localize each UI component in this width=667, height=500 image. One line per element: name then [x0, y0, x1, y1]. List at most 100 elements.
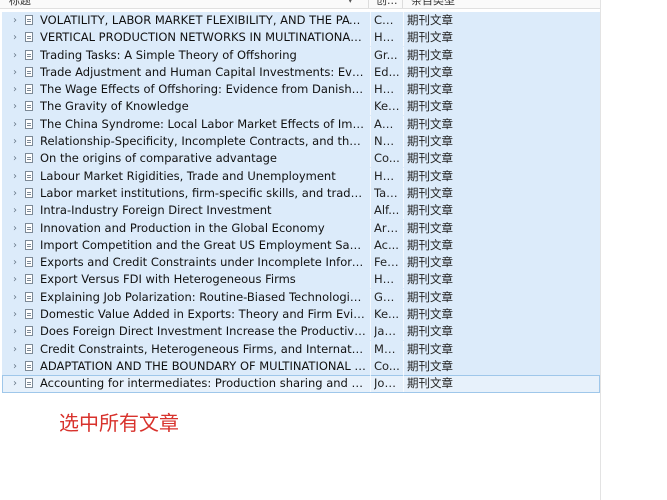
chevron-right-icon[interactable]: ›: [10, 306, 20, 323]
column-title[interactable]: 标题: [9, 0, 31, 8]
item-title: Relationship-Specificity, Incomplete Con…: [40, 134, 366, 149]
item-title: Exports and Credit Constraints under Inc…: [40, 255, 366, 270]
column-item-type[interactable]: 条目类型: [411, 0, 455, 8]
chevron-right-icon[interactable]: ›: [10, 185, 20, 202]
chevron-right-icon[interactable]: ›: [10, 271, 20, 288]
item-creator: Nu...: [374, 134, 400, 149]
table-row[interactable]: › Domestic Value Added in Exports: Theory…: [2, 306, 600, 324]
column-divider[interactable]: [402, 0, 403, 8]
column-divider[interactable]: [368, 0, 369, 8]
chevron-right-icon[interactable]: ›: [10, 116, 20, 133]
chevron-right-icon[interactable]: ›: [10, 150, 20, 167]
item-title: Innovation and Production in the Global …: [40, 220, 325, 235]
document-icon: [25, 326, 33, 337]
item-type: 期刊文章: [407, 64, 453, 79]
cell-divider: [370, 236, 371, 254]
table-row[interactable]: › Exports and Credit Constraints under In…: [2, 254, 600, 272]
cell-divider: [370, 115, 371, 133]
table-row[interactable]: › Relationship-Specificity, Incomplete Co…: [2, 133, 600, 151]
document-icon: [25, 343, 33, 354]
table-row[interactable]: › Labor market institutions, firm-specifi…: [2, 184, 600, 203]
chevron-right-icon[interactable]: ›: [10, 358, 20, 375]
chevron-right-icon[interactable]: ›: [10, 98, 20, 115]
table-row[interactable]: › VOLATILITY, LABOR MARKET FLEXIBILITY, A…: [2, 12, 600, 30]
cell-divider: [403, 63, 404, 81]
cell-divider: [403, 29, 404, 47]
table-row[interactable]: › Does Foreign Direct Investment Increase…: [2, 323, 600, 341]
chevron-right-icon[interactable]: ›: [10, 254, 20, 271]
chevron-right-icon[interactable]: ›: [10, 289, 20, 306]
chevron-right-icon[interactable]: ›: [10, 375, 20, 392]
table-row[interactable]: › The China Syndrome: Local Labor Market …: [2, 115, 600, 134]
item-creator: Go...: [374, 289, 400, 304]
item-type: 期刊文章: [407, 289, 453, 304]
chevron-right-icon[interactable]: ›: [10, 168, 20, 185]
item-title: Domestic Value Added in Exports: Theory …: [40, 307, 366, 322]
table-row[interactable]: › ADAPTATION AND THE BOUNDARY OF MULTINAT…: [2, 357, 600, 376]
table-row[interactable]: › Import Competition and the Great US Emp…: [2, 236, 600, 255]
item-type: 期刊文章: [407, 376, 453, 391]
item-title: Does Foreign Direct Investment Increase …: [40, 324, 366, 339]
item-creator: Hu...: [374, 82, 400, 97]
item-creator: Ha...: [374, 30, 400, 45]
item-type: 期刊文章: [407, 116, 453, 131]
item-type: 期刊文章: [407, 82, 453, 97]
table-row[interactable]: › Trading Tasks: A Simple Theory of Offsh…: [2, 46, 600, 64]
document-icon: [25, 32, 33, 43]
items-list: › VOLATILITY, LABOR MARKET FLEXIBILITY, A…: [2, 12, 600, 393]
item-type: 期刊文章: [407, 13, 453, 27]
document-icon: [25, 187, 33, 198]
cell-divider: [370, 288, 371, 306]
table-row[interactable]: › Innovation and Production in the Global…: [2, 219, 600, 237]
item-title: Explaining Job Polarization: Routine-Bia…: [40, 289, 366, 304]
table-row[interactable]: › The Gravity of Knowledge Kel... 期刊文章: [2, 98, 600, 116]
cell-divider: [403, 219, 404, 237]
table-row[interactable]: › Export Versus FDI with Heterogeneous Fi…: [2, 271, 600, 289]
chevron-right-icon[interactable]: ›: [10, 220, 20, 237]
item-type: 期刊文章: [407, 307, 453, 322]
table-row[interactable]: › Explaining Job Polarization: Routine-Bi…: [2, 288, 600, 307]
item-title: The China Syndrome: Local Labor Market E…: [40, 116, 366, 131]
item-type: 期刊文章: [407, 324, 453, 339]
chevron-right-icon[interactable]: ›: [10, 341, 20, 358]
chevron-right-icon[interactable]: ›: [10, 47, 20, 64]
cell-divider: [370, 184, 371, 202]
cell-divider: [370, 29, 371, 47]
item-creator: Ac...: [374, 237, 399, 252]
cell-divider: [403, 167, 404, 185]
chevron-right-icon[interactable]: ›: [10, 237, 20, 254]
item-creator: Co...: [374, 151, 400, 166]
table-row[interactable]: › Labour Market Rigidities, Trade and Une…: [2, 167, 600, 185]
chevron-right-icon[interactable]: ›: [10, 81, 20, 98]
cell-divider: [370, 357, 371, 375]
document-icon: [25, 222, 33, 233]
item-creator: Jav...: [374, 324, 400, 339]
table-row[interactable]: › Accounting for intermediates: Productio…: [2, 375, 600, 393]
item-creator: Au...: [374, 116, 400, 131]
table-row[interactable]: › Trade Adjustment and Human Capital Inve…: [2, 63, 600, 82]
table-row[interactable]: › Intra-Industry Foreign Direct Investmen…: [2, 202, 600, 220]
annotation-text: 选中所有文章: [59, 411, 179, 435]
chevron-right-icon[interactable]: ›: [10, 323, 20, 340]
table-row[interactable]: › Credit Constraints, Heterogeneous Firms…: [2, 340, 600, 358]
document-icon: [25, 15, 33, 25]
table-row[interactable]: › VERTICAL PRODUCTION NETWORKS IN MULTINA…: [2, 29, 600, 47]
chevron-right-icon[interactable]: ›: [10, 29, 20, 46]
cell-divider: [370, 63, 371, 81]
chevron-right-icon[interactable]: ›: [10, 64, 20, 81]
table-row[interactable]: › The Wage Effects of Offshoring: Evidenc…: [2, 81, 600, 99]
item-title: Trading Tasks: A Simple Theory of Offsho…: [40, 47, 297, 62]
column-creator[interactable]: 创...: [376, 0, 398, 8]
cell-divider: [403, 12, 404, 29]
cell-divider: [370, 375, 371, 393]
cell-divider: [403, 306, 404, 324]
table-row[interactable]: › On the origins of comparative advantage…: [2, 150, 600, 168]
chevron-right-icon[interactable]: ›: [10, 202, 20, 219]
cell-divider: [370, 133, 371, 151]
cell-divider: [403, 254, 404, 272]
chevron-right-icon[interactable]: ›: [10, 12, 20, 29]
item-type: 期刊文章: [407, 255, 453, 270]
chevron-right-icon[interactable]: ›: [10, 133, 20, 150]
item-creator: Ke...: [374, 307, 400, 322]
document-icon: [25, 257, 33, 268]
